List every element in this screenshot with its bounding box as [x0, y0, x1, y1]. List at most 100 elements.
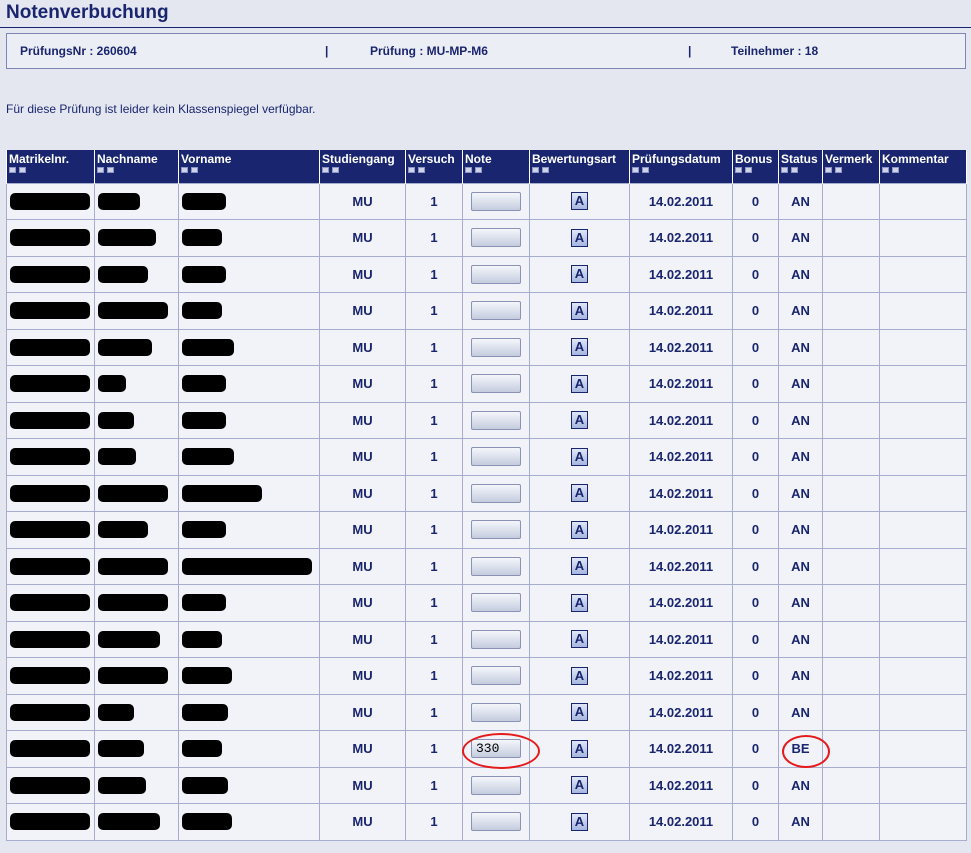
bewertungsart-button[interactable]: A [571, 411, 588, 430]
note-input[interactable] [471, 374, 521, 394]
kommentar-cell [879, 547, 967, 585]
vorname-cell [178, 255, 320, 293]
bewertungsart-button[interactable]: A [571, 301, 588, 320]
vermerk-cell [822, 219, 880, 257]
sort-ascending-icon[interactable] [532, 167, 539, 173]
bewertungsart-button[interactable]: A [571, 666, 588, 685]
bewertungsart-button[interactable]: A [571, 812, 588, 831]
sort-ascending-icon[interactable] [465, 167, 472, 173]
versuch-cell: 1 [405, 438, 463, 476]
redaction-bar [10, 703, 90, 721]
sort-descending-icon[interactable] [745, 167, 752, 173]
vorname-cell [178, 292, 320, 330]
note-input[interactable] [471, 775, 521, 795]
bewertungsart-button[interactable]: A [571, 593, 588, 612]
sort-descending-icon[interactable] [107, 167, 114, 173]
sort-ascending-icon[interactable] [632, 167, 639, 173]
sort-ascending-icon[interactable] [97, 167, 104, 173]
studiengang-cell: MU [319, 511, 406, 549]
note-input[interactable] [471, 483, 521, 503]
vermerk-cell [822, 328, 880, 366]
kommentar-cell [879, 730, 967, 768]
bewertungsart-cell: A [529, 584, 630, 622]
note-input[interactable] [471, 301, 521, 321]
bewertungsart-button[interactable]: A [571, 265, 588, 284]
sort-descending-icon[interactable] [542, 167, 549, 173]
sort-ascending-icon[interactable] [9, 167, 16, 173]
note-input[interactable] [471, 593, 521, 613]
kommentar-cell [879, 766, 967, 804]
bewertungsart-button[interactable]: A [571, 776, 588, 795]
column-header-datum[interactable]: Prüfungsdatum [629, 150, 733, 183]
versuch-cell: 1 [405, 803, 463, 841]
sort-descending-icon[interactable] [19, 167, 26, 173]
sort-descending-icon[interactable] [642, 167, 649, 173]
note-input[interactable] [471, 337, 521, 357]
versuch-cell: 1 [405, 219, 463, 257]
bewertungsart-button[interactable]: A [571, 739, 588, 758]
note-input[interactable] [471, 410, 521, 430]
bewertungsart-button[interactable]: A [571, 374, 588, 393]
column-header-label: Vorname [181, 152, 232, 166]
bewertungsart-button[interactable]: A [571, 192, 588, 211]
note-input[interactable] [471, 447, 521, 467]
note-input[interactable] [471, 228, 521, 248]
column-header-bewertungsart[interactable]: Bewertungsart [529, 150, 630, 183]
column-header-versuch[interactable]: Versuch [405, 150, 463, 183]
bewertungsart-button[interactable]: A [571, 520, 588, 539]
note-input[interactable] [471, 702, 521, 722]
column-header-nachname[interactable]: Nachname [94, 150, 179, 183]
sort-descending-icon[interactable] [475, 167, 482, 173]
sort-controls [781, 167, 820, 173]
note-input[interactable] [471, 520, 521, 540]
matrikel-cell [6, 255, 95, 293]
column-header-status[interactable]: Status [778, 150, 823, 183]
sort-descending-icon[interactable] [191, 167, 198, 173]
column-header-kommentar[interactable]: Kommentar [879, 150, 967, 183]
vermerk-cell [822, 255, 880, 293]
column-header-matrikel[interactable]: Matrikelnr. [6, 150, 95, 183]
sort-ascending-icon[interactable] [825, 167, 832, 173]
sort-ascending-icon[interactable] [181, 167, 188, 173]
table-row: MU 1 A 14.02.2011 0 AN [6, 620, 967, 658]
note-input[interactable] [471, 739, 521, 759]
sort-ascending-icon[interactable] [735, 167, 742, 173]
bewertungsart-button[interactable]: A [571, 630, 588, 649]
column-header-vorname[interactable]: Vorname [178, 150, 320, 183]
sort-descending-icon[interactable] [332, 167, 339, 173]
note-cell [462, 511, 530, 549]
participant-count: Teilnehmer : 18 [731, 44, 819, 58]
redaction-bar [10, 448, 90, 466]
bewertungsart-button[interactable]: A [571, 557, 588, 576]
note-input[interactable] [471, 666, 521, 686]
kommentar-cell [879, 292, 967, 330]
sort-ascending-icon[interactable] [408, 167, 415, 173]
bewertungsart-button[interactable]: A [571, 228, 588, 247]
sort-descending-icon[interactable] [791, 167, 798, 173]
bewertungsart-button[interactable]: A [571, 703, 588, 722]
note-input[interactable] [471, 191, 521, 211]
sort-ascending-icon[interactable] [781, 167, 788, 173]
column-header-bonus[interactable]: Bonus [732, 150, 779, 183]
sort-ascending-icon[interactable] [322, 167, 329, 173]
bewertungsart-button[interactable]: A [571, 484, 588, 503]
column-header-vermerk[interactable]: Vermerk [822, 150, 880, 183]
sort-descending-icon[interactable] [892, 167, 899, 173]
pruefungsdatum-cell: 14.02.2011 [629, 292, 733, 330]
note-input[interactable] [471, 556, 521, 576]
redaction-bar [182, 192, 226, 210]
kommentar-cell [879, 511, 967, 549]
matrikel-cell [6, 693, 95, 731]
matrikel-cell [6, 219, 95, 257]
versuch-cell: 1 [405, 584, 463, 622]
sort-ascending-icon[interactable] [882, 167, 889, 173]
sort-descending-icon[interactable] [418, 167, 425, 173]
note-input[interactable] [471, 629, 521, 649]
note-input[interactable] [471, 264, 521, 284]
column-header-note[interactable]: Note [462, 150, 530, 183]
sort-descending-icon[interactable] [835, 167, 842, 173]
bewertungsart-button[interactable]: A [571, 447, 588, 466]
bewertungsart-button[interactable]: A [571, 338, 588, 357]
note-input[interactable] [471, 812, 521, 832]
column-header-studiengang[interactable]: Studiengang [319, 150, 406, 183]
